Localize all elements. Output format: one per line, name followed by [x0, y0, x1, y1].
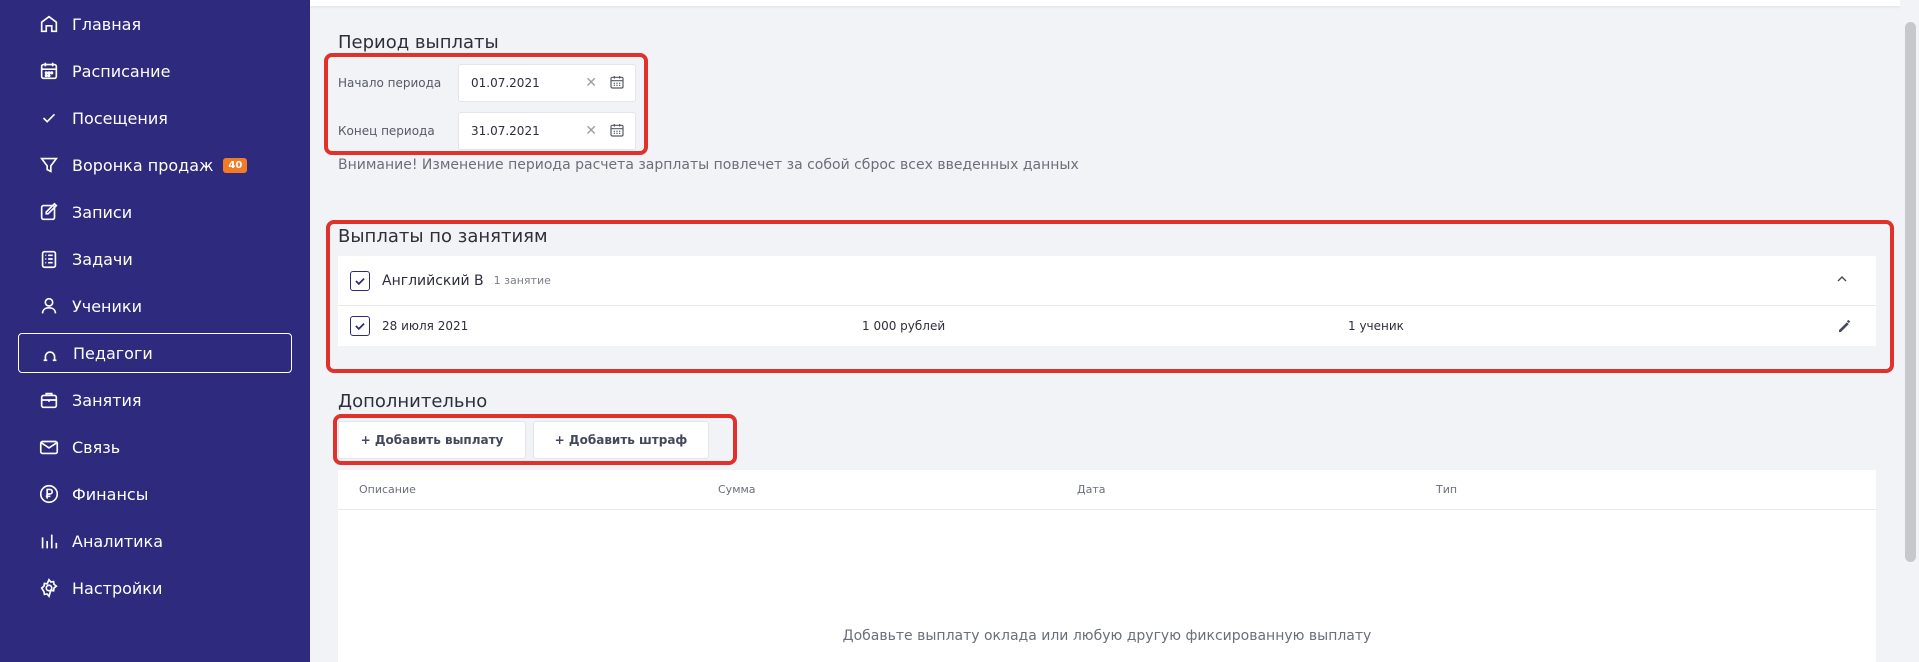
lesson-checkbox[interactable]	[350, 270, 370, 291]
gear-icon	[38, 577, 60, 599]
lesson-count: 1 занятие	[493, 274, 551, 287]
sidebar-item-attendance[interactable]: Посещения	[18, 98, 292, 138]
calendar-icon	[38, 60, 60, 82]
clear-icon[interactable]: ✕	[585, 123, 597, 139]
ruble-icon	[38, 483, 60, 505]
period-warning: Внимание! Изменение периода расчета зарп…	[338, 157, 1079, 173]
scrollbar-thumb[interactable]	[1905, 22, 1916, 562]
sidebar-item-label: Занятия	[72, 390, 142, 410]
sidebar-item-label: Ученики	[72, 296, 142, 316]
sidebar-item-analytics[interactable]: Аналитика	[18, 521, 292, 561]
scrollbar[interactable]	[1900, 0, 1919, 662]
period-end-row: Конец периода 31.07.2021 ✕	[338, 112, 636, 150]
teacher-icon	[39, 342, 61, 364]
clear-icon[interactable]: ✕	[585, 75, 597, 91]
sidebar: Главная Расписание Посещения Воронка про…	[0, 0, 310, 662]
top-bar	[310, 0, 1900, 6]
sidebar-item-label: Задачи	[72, 249, 133, 269]
payments-title: Выплаты по занятиям	[338, 226, 548, 247]
period-start-input[interactable]: 01.07.2021 ✕	[458, 64, 636, 102]
period-end-label: Конец периода	[338, 124, 435, 138]
sidebar-item-teachers[interactable]: Педагоги	[18, 333, 292, 373]
mail-icon	[38, 436, 60, 458]
period-title: Период выплаты	[338, 32, 499, 53]
sidebar-item-label: Главная	[72, 14, 142, 34]
sidebar-item-label: Расписание	[72, 61, 171, 81]
session-amount: 1 000 рублей	[862, 319, 946, 333]
lesson-name: Английский B	[382, 272, 484, 289]
lesson-card: Английский B 1 занятие 28 июля 2021 1 00…	[338, 256, 1876, 346]
period-start-value: 01.07.2021	[471, 76, 540, 90]
period-end-input[interactable]: 31.07.2021 ✕	[458, 112, 636, 150]
sidebar-item-tasks[interactable]: Задачи	[18, 239, 292, 279]
bar-chart-icon	[38, 530, 60, 552]
session-row: 28 июля 2021 1 000 рублей 1 ученик	[338, 306, 1876, 346]
sidebar-item-label: Педагоги	[73, 343, 153, 363]
sidebar-item-label: Финансы	[72, 484, 149, 504]
period-start-row: Начало периода 01.07.2021 ✕	[338, 64, 636, 102]
session-students: 1 ученик	[1348, 319, 1404, 333]
lesson-row[interactable]: Английский B 1 занятие	[338, 256, 1876, 306]
sidebar-item-records[interactable]: Записи	[18, 192, 292, 232]
column-description: Описание	[359, 483, 416, 496]
sidebar-item-home[interactable]: Главная	[18, 4, 292, 44]
sidebar-item-label: Записи	[72, 202, 133, 222]
tasks-icon	[38, 248, 60, 270]
calendar-icon[interactable]	[609, 122, 625, 141]
period-start-label: Начало периода	[338, 76, 442, 90]
edit-icon	[38, 201, 60, 223]
sidebar-item-label: Аналитика	[72, 531, 164, 551]
sidebar-item-schedule[interactable]: Расписание	[18, 51, 292, 91]
calendar-icon[interactable]	[609, 74, 625, 93]
user-icon	[38, 295, 60, 317]
column-type: Тип	[1436, 483, 1458, 496]
sidebar-item-sales-funnel[interactable]: Воронка продаж 40	[18, 145, 292, 185]
chevron-up-icon[interactable]	[1834, 271, 1850, 291]
column-amount: Сумма	[718, 483, 756, 496]
sidebar-item-settings[interactable]: Настройки	[18, 568, 292, 608]
session-checkbox[interactable]	[350, 316, 370, 336]
column-date: Дата	[1077, 483, 1106, 496]
add-payment-button[interactable]: + Добавить выплату	[338, 421, 526, 459]
period-end-value: 31.07.2021	[471, 124, 540, 138]
table-header: Описание Сумма Дата Тип	[338, 470, 1876, 510]
sidebar-item-lessons[interactable]: Занятия	[18, 380, 292, 420]
extra-title: Дополнительно	[338, 391, 488, 412]
extra-table: Описание Сумма Дата Тип Добавьте выплату…	[338, 470, 1876, 662]
sidebar-item-label: Воронка продаж	[72, 155, 214, 175]
sidebar-item-finance[interactable]: Финансы	[18, 474, 292, 514]
sidebar-item-label: Настройки	[72, 578, 163, 598]
sidebar-item-students[interactable]: Ученики	[18, 286, 292, 326]
sidebar-badge: 40	[223, 157, 248, 173]
check-icon	[38, 107, 60, 129]
empty-state-text: Добавьте выплату оклада или любую другую…	[842, 628, 1372, 644]
sidebar-item-label: Посещения	[72, 108, 168, 128]
home-icon	[38, 13, 60, 35]
session-date: 28 июля 2021	[382, 319, 469, 333]
add-fine-button[interactable]: + Добавить штраф	[533, 421, 709, 459]
briefcase-icon	[38, 389, 60, 411]
pencil-icon[interactable]	[1836, 317, 1854, 338]
funnel-icon	[38, 154, 60, 176]
sidebar-item-label: Связь	[72, 437, 121, 457]
sidebar-item-communication[interactable]: Связь	[18, 427, 292, 467]
